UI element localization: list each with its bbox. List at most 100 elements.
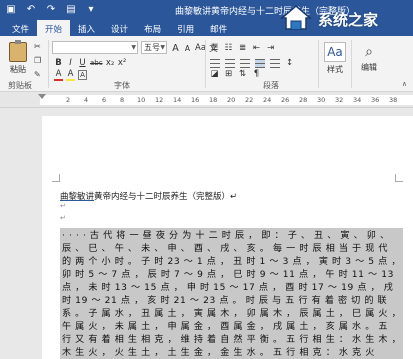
clipboard-group-label: 剪贴板 bbox=[8, 81, 32, 90]
ruler-number: 22 bbox=[245, 96, 254, 104]
styles-icon: Aa bbox=[324, 42, 346, 62]
strikethrough-button[interactable]: abc bbox=[90, 59, 103, 67]
ruler-number: 14 bbox=[173, 96, 182, 104]
margin-corner bbox=[52, 174, 60, 182]
document-area[interactable]: 曲黎敏讲黄帝内经与十二时辰养生（完整版）↵ ↵ ↵ · · · · 古 代 将 … bbox=[0, 108, 413, 359]
ruler-number: 28 bbox=[299, 96, 308, 104]
bullets-icon[interactable]: ☰ bbox=[210, 43, 219, 53]
copy-icon[interactable]: ❐ bbox=[34, 56, 44, 66]
ruler-number: 4 bbox=[84, 96, 89, 104]
multilevel-list-icon[interactable]: ≣ bbox=[238, 43, 247, 53]
italic-button[interactable]: I bbox=[66, 58, 75, 68]
watermark-logo: 系统之家 bbox=[278, 2, 413, 32]
cut-icon[interactable]: ✂ bbox=[34, 42, 44, 52]
search-icon: ⌕ bbox=[365, 44, 373, 60]
body-line: 点 ， 未 时 13 ～ 15 点 ， 申 时 15 ～ 17 点 ， 酉 时 … bbox=[62, 283, 394, 293]
distributed-icon[interactable] bbox=[270, 58, 280, 68]
ruler-number: 16 bbox=[191, 96, 200, 104]
body-line: 的 两 个 小 时 。 子 时 23 ～ 1 点 ， 丑 时 1 ～ 3 点 ，… bbox=[62, 257, 401, 267]
ruler-number: 32 bbox=[335, 96, 344, 104]
ruler-number: 36 bbox=[371, 96, 380, 104]
body-line: 行 又 有 着 相 生 相 克 ， 维 持 着 自 然 平 衡 。 五 行 相 … bbox=[62, 335, 401, 345]
save-icon[interactable]: ▣ bbox=[4, 3, 18, 17]
tab-insert[interactable]: 插入 bbox=[70, 20, 103, 36]
ribbon: 粘贴 ✂ ❐ ✎ 剪贴板 ▼ 五号 ▼ A A Aa 文 B I U abc x… bbox=[0, 36, 413, 92]
group-divider bbox=[318, 40, 319, 88]
ruler: 2 4 6 8 10 12 14 16 18 20 22 24 26 28 30… bbox=[0, 92, 413, 108]
tab-mailings[interactable]: 邮件 bbox=[202, 20, 235, 36]
paragraph-mark: ↵ bbox=[60, 202, 66, 210]
chevron-down-icon: ▼ bbox=[131, 44, 136, 51]
undo-icon[interactable]: ↶ bbox=[24, 3, 38, 17]
ruler-number: 26 bbox=[281, 96, 290, 104]
customize-icon[interactable]: ▾ bbox=[84, 3, 98, 17]
print-icon[interactable]: ▤ bbox=[64, 3, 78, 17]
ruler-number: 34 bbox=[353, 96, 362, 104]
clipboard-icon bbox=[9, 40, 27, 62]
char-border-button[interactable]: A bbox=[78, 70, 87, 80]
ruler-number: 10 bbox=[137, 96, 146, 104]
paragraph-mark: ↵ bbox=[60, 214, 66, 222]
body-line: 系 。 子 属 水 ， 丑 属 土 ， 寅 属 木 ， 卯 属 木 ， 辰 属 … bbox=[62, 309, 401, 319]
ruler-number: 20 bbox=[227, 96, 236, 104]
selected-text-block[interactable]: · · · · 古 代 将 一 昼 夜 分 为 十 二 时 辰 ， 即 ： 子 … bbox=[60, 228, 403, 359]
group-divider bbox=[351, 40, 352, 88]
tab-file[interactable]: 文件 bbox=[4, 20, 37, 36]
quick-access-toolbar: ▣ ↶ ↷ ▤ ▾ bbox=[4, 3, 98, 17]
format-painter-icon[interactable]: ✎ bbox=[34, 70, 44, 80]
group-divider bbox=[48, 40, 49, 88]
subscript-button[interactable]: x₂ bbox=[106, 58, 115, 68]
tab-layout[interactable]: 布局 bbox=[136, 20, 169, 36]
grow-font-button[interactable]: A bbox=[171, 43, 180, 54]
font-size-value: 五号 bbox=[144, 43, 160, 52]
collapse-ribbon-icon[interactable]: ∧ bbox=[402, 80, 407, 88]
line-spacing-icon[interactable]: ↕ bbox=[285, 58, 294, 68]
tab-references[interactable]: 引用 bbox=[169, 20, 202, 36]
chevron-down-icon: ▼ bbox=[160, 44, 165, 51]
bold-button[interactable]: B bbox=[54, 58, 63, 68]
redo-icon[interactable]: ↷ bbox=[44, 3, 58, 17]
ruler-number: 2 bbox=[66, 96, 71, 104]
increase-indent-icon[interactable]: ⇥ bbox=[266, 43, 275, 53]
paste-button[interactable]: 粘贴 bbox=[6, 40, 30, 75]
align-center-icon[interactable] bbox=[225, 58, 235, 68]
align-left-icon[interactable] bbox=[210, 58, 220, 68]
underline-button[interactable]: U bbox=[78, 58, 87, 68]
body-line: 辰 、 巳 、 午 、 未 、 申 、 酉 、 戌 、 亥 。 每 一 时 辰 … bbox=[62, 244, 389, 254]
ruler-number: 12 bbox=[155, 96, 164, 104]
ruler-number: 8 bbox=[120, 96, 125, 104]
font-name-combo[interactable]: ▼ bbox=[52, 41, 138, 54]
shrink-font-button[interactable]: A bbox=[183, 44, 192, 53]
styles-button[interactable]: Aa 样式 bbox=[322, 42, 348, 75]
ruler-number: 38 bbox=[389, 96, 398, 104]
paste-label: 粘贴 bbox=[10, 65, 26, 74]
body-line: 午 属 火 ， 未 属 土 ， 申 属 金 ， 酉 属 金 ， 戌 属 土 ， … bbox=[62, 322, 389, 332]
borders-icon[interactable]: ⊞ bbox=[224, 69, 233, 79]
shading-icon[interactable]: ◪ bbox=[210, 69, 219, 79]
editing-button[interactable]: ⌕ 编辑 bbox=[355, 42, 383, 73]
decrease-indent-icon[interactable]: ⇤ bbox=[252, 43, 261, 53]
editing-label: 编辑 bbox=[361, 63, 377, 72]
tab-design[interactable]: 设计 bbox=[103, 20, 136, 36]
highlight-button[interactable]: A bbox=[66, 69, 75, 81]
indent-marker[interactable] bbox=[38, 94, 46, 99]
font-color-button[interactable]: A bbox=[54, 69, 63, 81]
document-page[interactable]: 曲黎敏讲黄帝内经与十二时辰养生（完整版）↵ ↵ ↵ · · · · 古 代 将 … bbox=[42, 116, 413, 359]
align-right-icon[interactable] bbox=[240, 58, 250, 68]
ruler-number: 6 bbox=[102, 96, 107, 104]
heading-underlined-text: 曲黎敏讲 bbox=[60, 192, 95, 202]
tab-home[interactable]: 开始 bbox=[37, 20, 71, 36]
watermark-text: 系统之家 bbox=[318, 11, 379, 29]
justify-icon[interactable] bbox=[255, 58, 265, 68]
watermark-house-icon bbox=[279, 5, 313, 30]
font-size-combo[interactable]: 五号 ▼ bbox=[141, 41, 167, 54]
superscript-button[interactable]: x² bbox=[118, 58, 127, 68]
body-line: · · · · 古 代 将 一 昼 夜 分 为 十 二 时 辰 ， 即 ： 子 … bbox=[62, 231, 390, 241]
show-marks-icon[interactable]: ¶ bbox=[252, 69, 261, 79]
sort-icon[interactable]: ⇅ bbox=[238, 69, 247, 79]
numbering-icon[interactable]: ☷ bbox=[224, 43, 233, 53]
font-group-label: 字体 bbox=[114, 81, 130, 90]
ruler-number: 24 bbox=[263, 96, 272, 104]
ruler-number: 18 bbox=[209, 96, 218, 104]
document-heading[interactable]: 曲黎敏讲黄帝内经与十二时辰养生（完整版）↵ bbox=[60, 190, 237, 202]
